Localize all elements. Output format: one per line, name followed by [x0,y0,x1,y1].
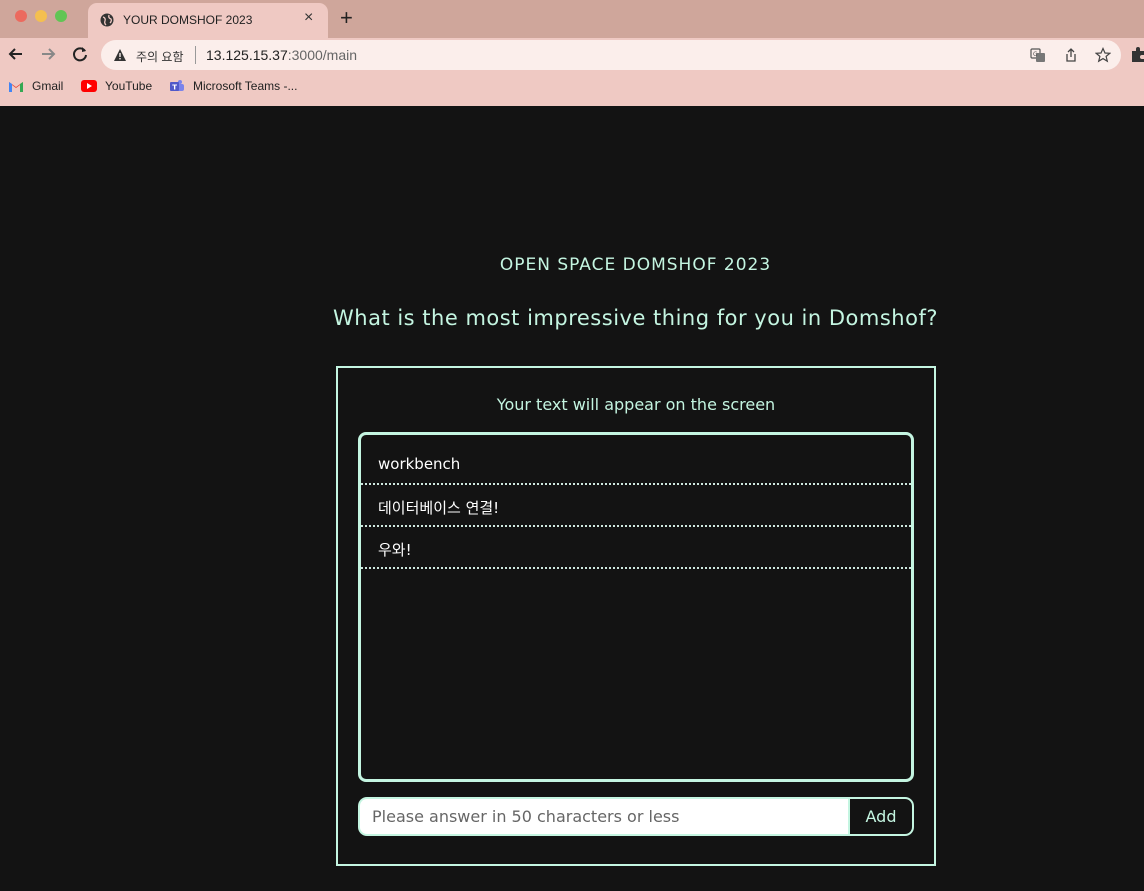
bookmark-youtube[interactable]: YouTube [81,76,161,96]
security-label[interactable]: 주의 요함 [136,48,184,65]
url-host: 13.125.15.37 [206,47,288,63]
svg-text:G: G [1033,51,1038,58]
answers-list[interactable]: workbench 데이터베이스 연결! 우와! [358,432,914,782]
browser-chrome: YOUR DOMSHOF 2023 × + 주의 요함 13.125.15.37… [0,0,1144,106]
answer-input[interactable] [358,797,848,836]
bookmark-label: Gmail [32,79,64,93]
gmail-icon [9,82,23,92]
answer-text: 데이터베이스 연결! [378,499,500,517]
close-window-button[interactable] [15,10,27,22]
new-tab-button[interactable]: + [340,6,353,30]
address-bar[interactable]: 주의 요함 13.125.15.37:3000/main G [101,40,1121,70]
add-button[interactable]: Add [848,797,914,836]
bookmark-gmail[interactable]: Gmail [8,76,78,96]
page-content: OPEN SPACE DOMSHOF 2023 What is the most… [0,106,1144,891]
svg-text:T: T [172,84,177,92]
maximize-window-button[interactable] [55,10,67,22]
back-arrow-icon[interactable] [5,43,27,65]
translate-icon[interactable]: G [1030,47,1046,63]
url-path: :3000/main [287,47,358,63]
share-icon[interactable] [1063,47,1079,63]
youtube-icon [81,80,97,92]
answer-panel: Your text will appear on the screen work… [336,366,936,866]
url-text[interactable]: 13.125.15.37:3000/main [206,47,357,63]
bookmark-star-icon[interactable] [1095,47,1111,63]
bookmark-label: YouTube [105,79,153,93]
browser-tab[interactable]: YOUR DOMSHOF 2023 × [88,3,328,38]
forward-arrow-icon[interactable] [37,43,59,65]
answer-text: workbench [378,455,461,473]
event-title: OPEN SPACE DOMSHOF 2023 [499,255,772,275]
bookmark-label: Microsoft Teams -... [193,79,298,93]
bookmark-teams[interactable]: T Microsoft Teams -... [169,76,319,96]
teams-icon: T [170,80,184,92]
tab-title: YOUR DOMSHOF 2023 [123,13,253,27]
question-heading: What is the most impressive thing for yo… [333,306,938,330]
answer-text: 우와! [378,541,412,559]
tab-strip: YOUR DOMSHOF 2023 × + [0,0,1144,38]
reload-icon[interactable] [69,43,91,65]
answer-item: 우와! [361,527,911,569]
warning-icon[interactable] [113,48,127,62]
bookmarks-bar: Gmail YouTube T Microsoft Teams -... [0,76,1144,98]
minimize-window-button[interactable] [35,10,47,22]
omnibox-divider [195,46,196,64]
answer-item: 데이터베이스 연결! [361,485,911,527]
extensions-puzzle-icon[interactable] [1130,46,1144,62]
globe-icon [100,13,114,27]
panel-subtitle: Your text will appear on the screen [496,395,776,414]
answer-item: workbench [361,443,911,485]
close-tab-icon[interactable]: × [304,9,313,27]
